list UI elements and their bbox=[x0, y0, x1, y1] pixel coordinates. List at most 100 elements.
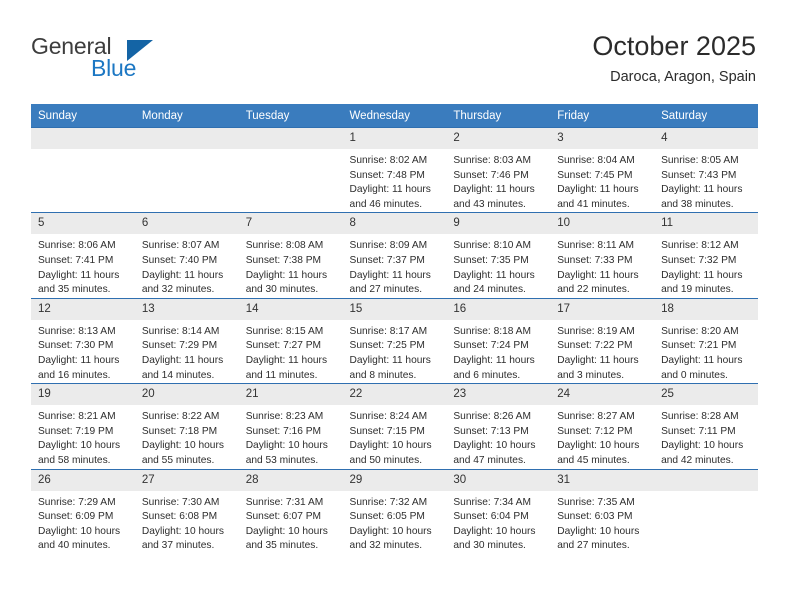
calendar-day-cell[interactable]: 27 Sunrise: 7:30 AM Sunset: 6:08 PM Dayligh… bbox=[134, 468, 239, 554]
calendar-day-cell[interactable]: 6 Sunrise: 8:07 AM Sunset: 7:40 PM Daylight… bbox=[134, 212, 239, 299]
calendar-day-cell[interactable]: 13 Sunrise: 8:14 AM Sunset: 7:29 PM Dayligh… bbox=[134, 297, 239, 384]
sunrise-text: Sunrise: 8:17 AM bbox=[349, 325, 428, 337]
sunrise-text: Sunrise: 8:03 AM bbox=[453, 155, 531, 166]
daylight-text-line1: Daylight: 11 hours bbox=[141, 354, 224, 366]
calendar-day-cell[interactable]: 21 Sunrise: 8:23 AM Sunset: 7:16 PM Dayligh… bbox=[238, 383, 343, 469]
daylight-text-line1: Daylight: 11 hours bbox=[453, 354, 535, 366]
sunrise-text: Sunrise: 8:13 AM bbox=[38, 325, 116, 337]
daylight-text-line2: and 6 minutes. bbox=[453, 369, 521, 381]
daylight-text-line2: and 11 minutes. bbox=[245, 369, 318, 381]
day-number bbox=[134, 128, 239, 149]
sunset-text: Sunset: 6:04 PM bbox=[453, 511, 529, 523]
day-number: 24 bbox=[550, 384, 655, 406]
sunset-text: Sunset: 7:33 PM bbox=[557, 254, 633, 266]
page-subtitle-location: Daroca, Aragon, Spain bbox=[610, 69, 756, 85]
calendar-day-cell[interactable]: 12 Sunrise: 8:13 AM Sunset: 7:30 PM Dayligh… bbox=[31, 297, 135, 384]
calendar-day-cell[interactable]: 20 Sunrise: 8:22 AM Sunset: 7:18 PM Dayligh… bbox=[134, 383, 239, 469]
sunset-text: Sunset: 7:35 PM bbox=[453, 254, 529, 266]
calendar-day-cell[interactable]: 17 Sunrise: 8:19 AM Sunset: 7:22 PM Dayligh… bbox=[550, 297, 655, 384]
calendar-day-cell[interactable]: 24 Sunrise: 8:27 AM Sunset: 7:12 PM Dayligh… bbox=[550, 383, 655, 469]
day-details: Sunrise: 7:35 AM Sunset: 6:03 PM Daylight:… bbox=[550, 491, 654, 554]
sunrise-text: Sunrise: 8:12 AM bbox=[661, 240, 739, 252]
calendar-day-cell[interactable]: 23 Sunrise: 8:26 AM Sunset: 7:13 PM Dayligh… bbox=[446, 383, 551, 469]
day-details: Sunrise: 8:18 AM Sunset: 7:24 PM Daylight:… bbox=[446, 320, 550, 383]
calendar-day-cell[interactable]: 30 Sunrise: 7:34 AM Sunset: 6:04 PM Dayligh… bbox=[446, 468, 551, 554]
calendar-day-cell[interactable]: 7 Sunrise: 8:08 AM Sunset: 7:38 PM Daylight… bbox=[238, 212, 343, 299]
day-details: Sunrise: 8:20 AM Sunset: 7:21 PM Daylight:… bbox=[654, 320, 758, 383]
daylight-text-line2: and 40 minutes. bbox=[38, 540, 111, 552]
calendar-day-cell[interactable]: 29 Sunrise: 7:32 AM Sunset: 6:05 PM Dayligh… bbox=[342, 468, 447, 554]
daylight-text-line1: Daylight: 11 hours bbox=[38, 269, 120, 281]
calendar-page: General Blue October 2025 Daroca, Aragon… bbox=[0, 0, 792, 612]
logo-text-blue: Blue bbox=[91, 55, 137, 81]
daylight-text-line2: and 47 minutes. bbox=[453, 454, 526, 466]
daylight-text-line1: Daylight: 10 hours bbox=[453, 525, 536, 537]
sunset-text: Sunset: 7:48 PM bbox=[349, 169, 425, 181]
day-number: 2 bbox=[446, 128, 551, 149]
day-number: 18 bbox=[654, 298, 758, 320]
sunrise-text: Sunrise: 8:14 AM bbox=[141, 325, 220, 337]
calendar-day-cell[interactable]: 4 Sunrise: 8:05 AM Sunset: 7:43 PM Daylight… bbox=[654, 126, 758, 213]
day-number: 31 bbox=[550, 469, 655, 491]
day-number: 13 bbox=[134, 298, 239, 320]
calendar-day-cell[interactable]: 15 Sunrise: 8:17 AM Sunset: 7:25 PM Dayligh… bbox=[342, 297, 447, 384]
calendar-day-cell[interactable]: 22 Sunrise: 8:24 AM Sunset: 7:15 PM Dayligh… bbox=[342, 383, 447, 469]
calendar-week-row: 12 Sunrise: 8:13 AM Sunset: 7:30 PM Dayligh… bbox=[31, 297, 758, 384]
day-number: 20 bbox=[134, 384, 239, 406]
day-details: Sunrise: 8:04 AM Sunset: 7:45 PM Daylight:… bbox=[550, 149, 654, 212]
daylight-text-line1: Daylight: 10 hours bbox=[557, 525, 640, 537]
day-details: Sunrise: 8:27 AM Sunset: 7:12 PM Daylight:… bbox=[550, 405, 654, 468]
calendar-day-cell[interactable]: 8 Sunrise: 8:09 AM Sunset: 7:37 PM Daylight… bbox=[342, 212, 447, 299]
sunrise-text: Sunrise: 8:19 AM bbox=[557, 325, 635, 337]
sunset-text: Sunset: 7:38 PM bbox=[245, 254, 322, 266]
sunrise-text: Sunrise: 8:05 AM bbox=[661, 155, 739, 166]
sunset-text: Sunset: 7:21 PM bbox=[661, 340, 737, 352]
sunset-text: Sunset: 7:27 PM bbox=[245, 340, 322, 352]
daylight-text-line1: Daylight: 10 hours bbox=[141, 440, 224, 452]
day-number: 15 bbox=[342, 298, 447, 320]
calendar-day-cell[interactable]: 19 Sunrise: 8:21 AM Sunset: 7:19 PM Dayligh… bbox=[31, 383, 135, 469]
calendar-day-cell[interactable]: 10 Sunrise: 8:11 AM Sunset: 7:33 PM Dayligh… bbox=[550, 212, 655, 299]
general-blue-logo[interactable]: General Blue bbox=[31, 33, 211, 85]
calendar-day-cell[interactable]: 2 Sunrise: 8:03 AM Sunset: 7:46 PM Daylight… bbox=[446, 126, 551, 213]
calendar-day-cell[interactable]: 28 Sunrise: 7:31 AM Sunset: 6:07 PM Dayligh… bbox=[238, 468, 343, 554]
calendar-day-cell[interactable]: 3 Sunrise: 8:04 AM Sunset: 7:45 PM Daylight… bbox=[550, 126, 655, 213]
daylight-text-line1: Daylight: 11 hours bbox=[661, 354, 743, 366]
daylight-text-line1: Daylight: 11 hours bbox=[349, 184, 431, 196]
daylight-text-line2: and 53 minutes. bbox=[245, 454, 319, 466]
calendar-day-cell[interactable]: 14 Sunrise: 8:15 AM Sunset: 7:27 PM Dayligh… bbox=[238, 297, 343, 384]
day-details: Sunrise: 8:03 AM Sunset: 7:46 PM Daylight:… bbox=[446, 149, 550, 212]
daylight-text-line1: Daylight: 11 hours bbox=[557, 269, 639, 281]
day-number: 29 bbox=[342, 469, 447, 491]
sunrise-sunset-calendar-table: Sunday Monday Tuesday Wednesday Thursday… bbox=[31, 104, 758, 554]
sunrise-text: Sunrise: 8:20 AM bbox=[661, 325, 739, 337]
title-block: October 2025 Daroca, Aragon, Spain bbox=[592, 30, 756, 86]
sunset-text: Sunset: 7:12 PM bbox=[557, 425, 633, 437]
daylight-text-line1: Daylight: 10 hours bbox=[245, 525, 328, 537]
sunrise-text: Sunrise: 8:07 AM bbox=[141, 240, 220, 252]
sunset-text: Sunset: 7:22 PM bbox=[557, 340, 633, 352]
calendar-day-cell[interactable]: 26 Sunrise: 7:29 AM Sunset: 6:09 PM Dayligh… bbox=[31, 468, 135, 554]
calendar-day-cell[interactable]: 9 Sunrise: 8:10 AM Sunset: 7:35 PM Daylight… bbox=[446, 212, 551, 299]
weekday-header-sunday: Sunday bbox=[31, 104, 135, 128]
daylight-text-line1: Daylight: 10 hours bbox=[141, 525, 224, 537]
calendar-day-cell[interactable]: 11 Sunrise: 8:12 AM Sunset: 7:32 PM Dayligh… bbox=[654, 212, 758, 299]
calendar-day-cell[interactable]: 1 Sunrise: 8:02 AM Sunset: 7:48 PM Daylight… bbox=[342, 126, 447, 213]
calendar-day-cell[interactable]: 18 Sunrise: 8:20 AM Sunset: 7:21 PM Dayligh… bbox=[654, 297, 758, 384]
calendar-day-cell[interactable]: 5 Sunrise: 8:06 AM Sunset: 7:41 PM Daylight… bbox=[31, 212, 135, 299]
day-details: Sunrise: 8:23 AM Sunset: 7:16 PM Daylight:… bbox=[239, 405, 343, 468]
sunrise-text: Sunrise: 7:32 AM bbox=[349, 496, 428, 508]
daylight-text-line1: Daylight: 10 hours bbox=[245, 440, 328, 452]
sunrise-text: Sunrise: 8:23 AM bbox=[245, 411, 324, 423]
daylight-text-line2: and 27 minutes. bbox=[557, 540, 630, 552]
calendar-day-cell[interactable]: 25 Sunrise: 8:28 AM Sunset: 7:11 PM Dayligh… bbox=[654, 383, 758, 469]
day-number: 3 bbox=[550, 128, 655, 149]
daylight-text-line1: Daylight: 11 hours bbox=[349, 354, 431, 366]
daylight-text-line2: and 35 minutes. bbox=[245, 540, 319, 552]
calendar-day-cell[interactable]: 16 Sunrise: 8:18 AM Sunset: 7:24 PM Dayligh… bbox=[446, 297, 551, 384]
day-number: 26 bbox=[31, 469, 135, 491]
daylight-text-line1: Daylight: 11 hours bbox=[245, 354, 328, 366]
calendar-day-cell[interactable]: 31 Sunrise: 7:35 AM Sunset: 6:03 PM Dayligh… bbox=[550, 468, 655, 554]
day-details: Sunrise: 8:22 AM Sunset: 7:18 PM Daylight:… bbox=[135, 405, 239, 468]
daylight-text-line2: and 35 minutes. bbox=[38, 284, 111, 296]
